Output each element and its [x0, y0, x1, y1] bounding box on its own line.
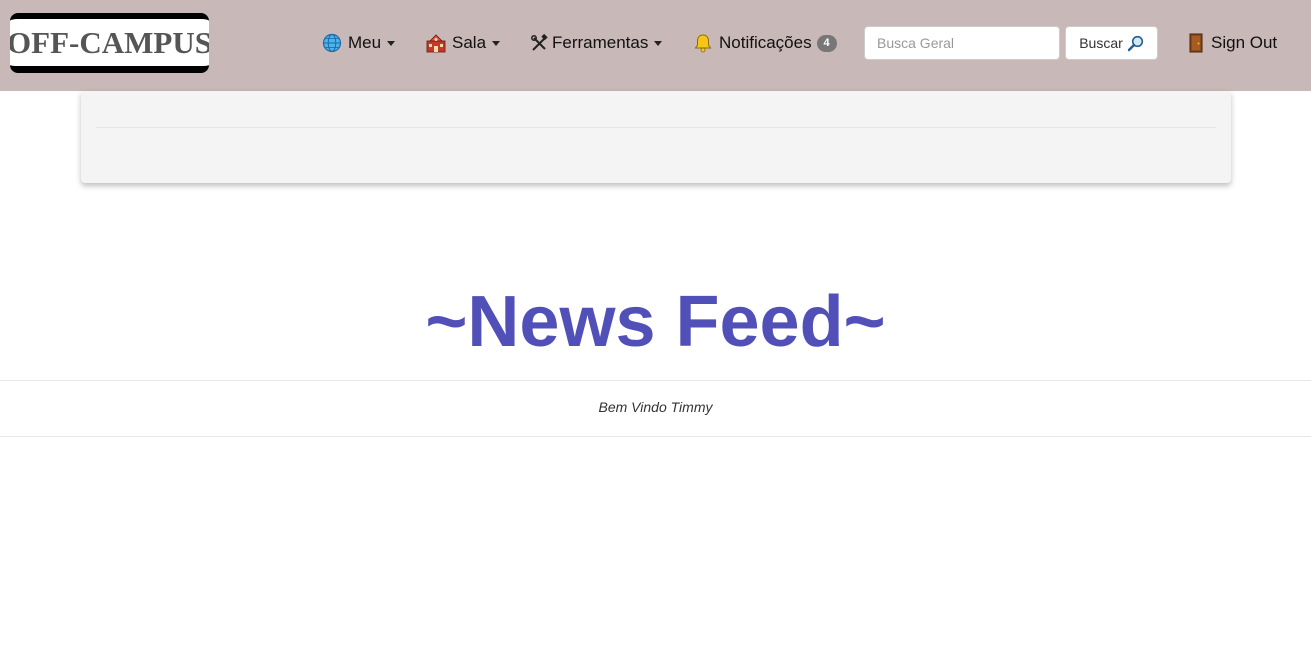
- divider: [0, 436, 1311, 437]
- tools-icon: [531, 33, 548, 53]
- nav-dropdown-meu[interactable]: Meu: [322, 30, 396, 56]
- notification-count-badge: 4: [816, 34, 837, 52]
- magnifier-icon: [1127, 35, 1144, 52]
- top-panel: [81, 91, 1231, 183]
- logo[interactable]: OFF-CAMPUS: [10, 13, 209, 73]
- door-icon: [1187, 33, 1205, 53]
- search-button[interactable]: Buscar: [1065, 26, 1158, 60]
- bell-icon: [693, 33, 713, 53]
- globe-icon: [322, 33, 342, 53]
- nav-notificacoes[interactable]: Notificações 4: [693, 30, 837, 56]
- sign-out-link[interactable]: Sign Out: [1187, 30, 1277, 56]
- nav-label-notificacoes: Notificações: [719, 33, 812, 52]
- divider: [0, 380, 1311, 381]
- navbar: OFF-CAMPUS Meu Sala Ferramentas Notifica…: [0, 0, 1311, 91]
- nav-label-sala: Sala: [452, 33, 487, 52]
- nav-dropdown-sala[interactable]: Sala: [426, 30, 501, 56]
- search-input[interactable]: [864, 26, 1060, 60]
- chevron-down-icon: [654, 40, 663, 46]
- school-icon: [426, 33, 446, 53]
- chevron-down-icon: [492, 40, 501, 46]
- page-title: ~News Feed~: [425, 282, 886, 362]
- welcome-message: Bem Vindo Timmy: [598, 399, 713, 415]
- chevron-down-icon: [387, 40, 396, 46]
- nav-label-meu: Meu: [348, 33, 382, 52]
- logo-text: OFF-CAMPUS: [10, 25, 209, 60]
- nav-label-ferramentas: Ferramentas: [552, 33, 649, 52]
- panel-divider: [96, 127, 1216, 128]
- nav-dropdown-ferramentas[interactable]: Ferramentas: [531, 30, 663, 56]
- sign-out-label: Sign Out: [1211, 33, 1278, 52]
- search-button-label: Buscar: [1079, 35, 1123, 51]
